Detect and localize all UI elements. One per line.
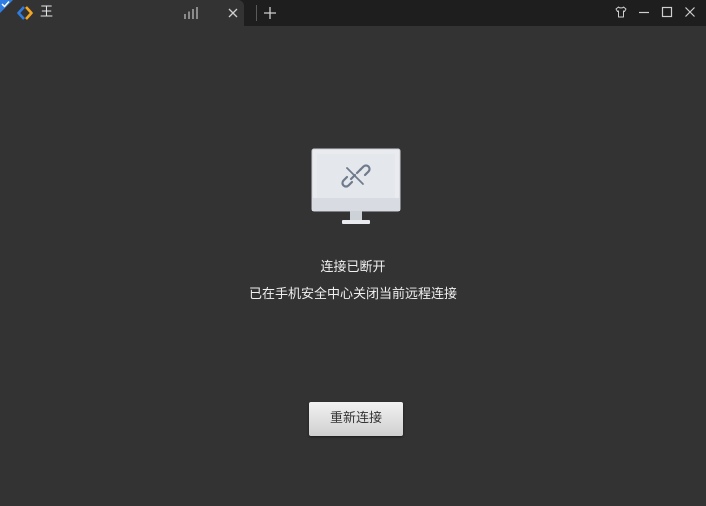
disconnected-title: 连接已断开 — [320, 260, 386, 275]
active-tab[interactable]: 王 — [0, 0, 244, 26]
window-close-icon[interactable] — [683, 5, 697, 19]
tab-title: 王 — [40, 5, 54, 20]
check-icon — [1, 1, 10, 8]
maximize-icon[interactable] — [660, 5, 674, 19]
shirt-skin-icon[interactable] — [614, 5, 628, 19]
disconnected-monitor-icon — [311, 148, 401, 224]
reconnect-button[interactable]: 重新连接 — [309, 402, 403, 436]
title-bar: 王 — [0, 0, 706, 26]
signal-bars-icon — [184, 7, 198, 19]
new-tab-plus-icon[interactable] — [262, 5, 278, 21]
disconnected-description: 已在手机安全中心关闭当前远程连接 — [248, 287, 457, 302]
remote-desktop-app-icon — [17, 6, 33, 20]
tab-divider — [256, 5, 257, 21]
tab-close-icon[interactable] — [226, 6, 240, 20]
app-window: 王 连接已断开 已在手机安全中心关闭当前远程连接 重新连接 — [0, 0, 706, 506]
minimize-icon[interactable] — [637, 5, 651, 19]
